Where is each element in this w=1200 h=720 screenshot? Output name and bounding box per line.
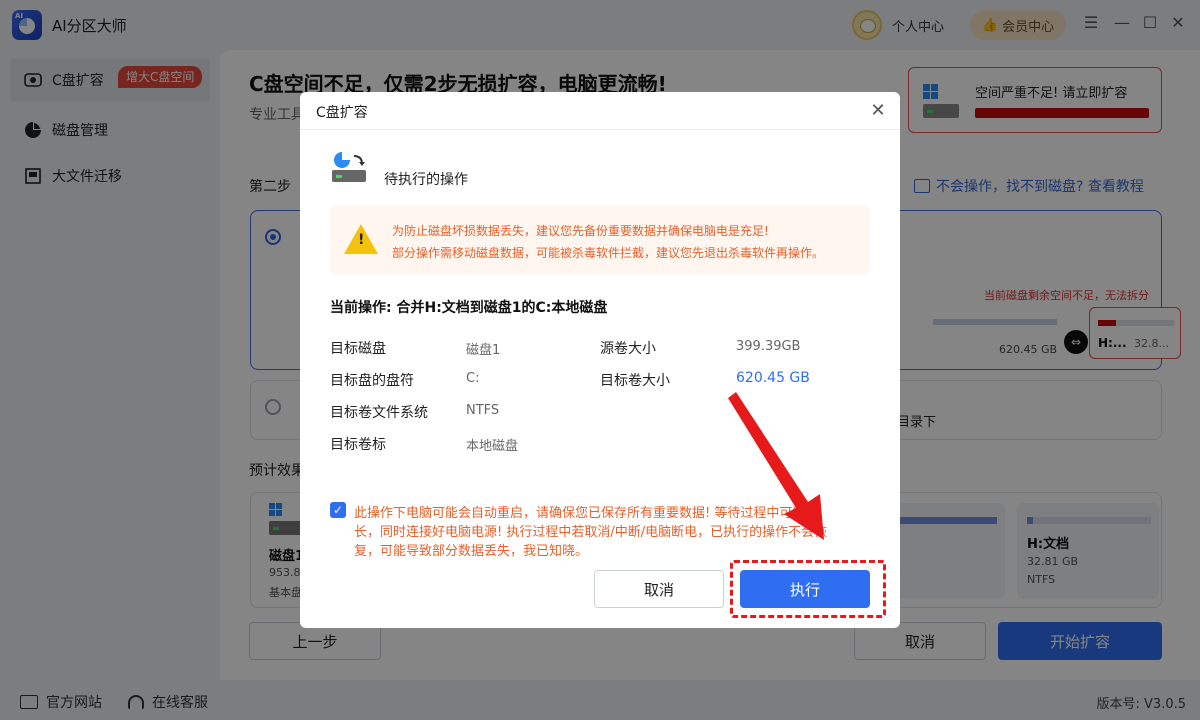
warning-line: 为防止磁盘坏损数据丢失，建议您先备份重要数据并确保电脑电是充足! (392, 224, 769, 238)
warning-line: 部分操作需移动磁盘数据，可能被杀毒软件拦截，建议您先退出杀毒软件再操作。 (392, 246, 825, 260)
target-fs-value: NTFS (466, 403, 500, 418)
target-vol-size-label: 目标卷大小 (600, 373, 670, 389)
target-vol-size-value: 620.45 GB (736, 370, 810, 386)
target-disk-label: 目标磁盘 (330, 341, 386, 357)
src-vol-size-value: 399.39GB (736, 339, 801, 354)
target-fs-label: 目标卷文件系统 (330, 405, 428, 421)
warning-box: ! 为防止磁盘坏损数据丢失，建议您先备份重要数据并确保电脑电是充足! 部分操作需… (330, 206, 870, 274)
pending-operation-icon (332, 152, 366, 182)
execute-highlight-box (730, 560, 886, 618)
dialog-close-icon[interactable]: ✕ (868, 100, 888, 121)
pending-title: 待执行的操作 (384, 172, 468, 188)
dialog-header: C盘扩容 ✕ (300, 92, 900, 130)
annotation-arrow-icon (728, 392, 824, 540)
current-operation: 当前操作: 合并H:文档到磁盘1的C:本地磁盘 (330, 300, 608, 316)
dialog-cancel-button[interactable]: 取消 (594, 570, 724, 608)
target-letter-label: 目标盘的盘符 (330, 373, 414, 389)
src-vol-size-label: 源卷大小 (600, 341, 656, 357)
target-letter-value: C: (466, 371, 480, 386)
target-vol-label-value: 本地磁盘 (466, 439, 519, 454)
agree-checkbox[interactable]: ✓ (330, 502, 346, 518)
target-vol-label-label: 目标卷标 (330, 437, 386, 453)
dialog-title: C盘扩容 (316, 105, 368, 121)
target-disk-value: 磁盘1 (466, 343, 501, 358)
agree-text-line: 复，可能导致部分数据丢失，我已知晓。 (354, 544, 589, 559)
